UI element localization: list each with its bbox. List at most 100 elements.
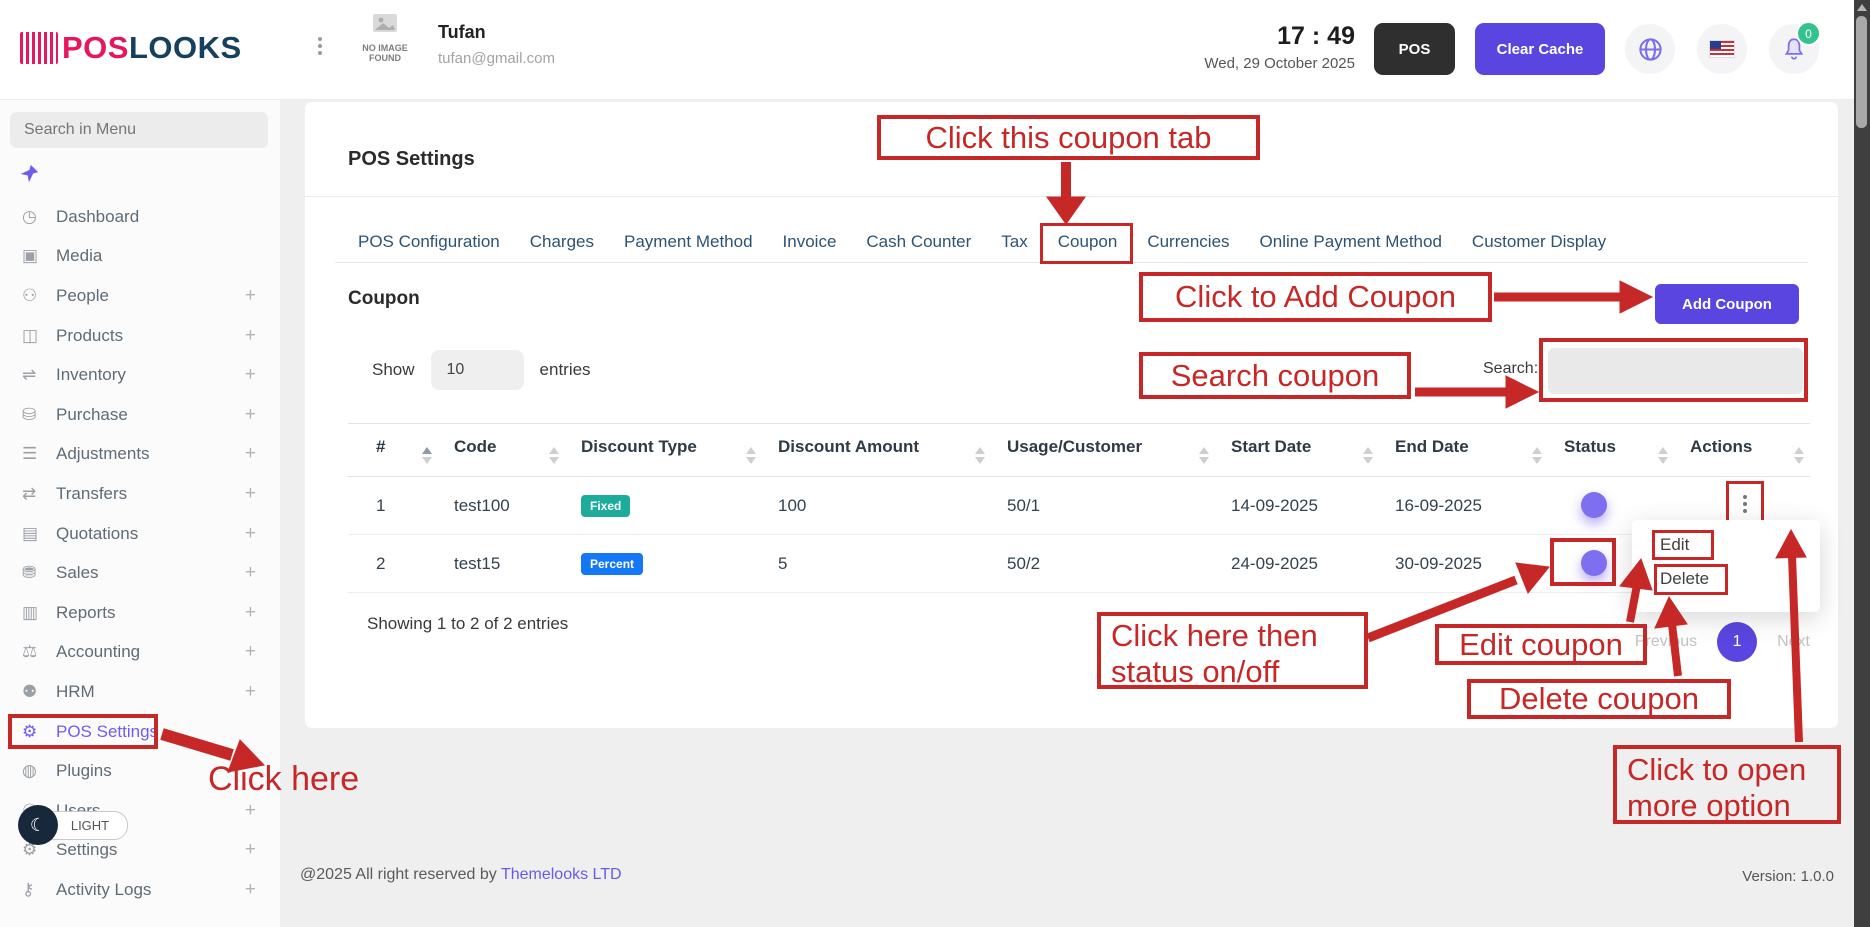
expand-plus-icon[interactable]: +: [245, 443, 256, 465]
col-actions[interactable]: Actions: [1690, 424, 1810, 477]
expand-plus-icon[interactable]: +: [245, 681, 256, 703]
row-actions-kebab-icon[interactable]: [1738, 492, 1752, 514]
expand-plus-icon[interactable]: +: [245, 404, 256, 426]
expand-plus-icon[interactable]: +: [245, 523, 256, 545]
theme-toggle-button[interactable]: ☾: [18, 805, 58, 845]
page-title: POS Settings: [348, 148, 475, 171]
sidebar-item-quotations[interactable]: ▤Quotations+: [0, 514, 280, 554]
expand-plus-icon[interactable]: +: [245, 325, 256, 347]
sort-icon[interactable]: [1532, 447, 1542, 464]
col-discount-amount[interactable]: Discount Amount: [778, 424, 1007, 477]
sidebar-item-transfers[interactable]: ⇄Transfers+: [0, 474, 280, 514]
header-kebab-menu-icon[interactable]: [318, 34, 324, 58]
sidebar-item-sales[interactable]: ⛃Sales+: [0, 553, 280, 593]
sidebar-item-dashboard[interactable]: ◷Dashboard: [0, 197, 280, 237]
sidebar-item-accounting[interactable]: ⚖Accounting+: [0, 633, 280, 673]
sidebar-item-people[interactable]: ⚇People+: [0, 276, 280, 316]
col-end-date[interactable]: End Date: [1395, 424, 1564, 477]
sort-icon[interactable]: [422, 447, 432, 464]
sidebar-item-hrm[interactable]: ⚉HRM+: [0, 672, 280, 712]
col-num[interactable]: #: [348, 424, 454, 477]
sidebar: ◷Dashboard ▣Media ⚇People+ ◫Products+ ⇌I…: [0, 99, 280, 927]
col-start-date[interactable]: Start Date: [1231, 424, 1395, 477]
sidebar-search-input[interactable]: [10, 112, 296, 148]
sidebar-menu: ◷Dashboard ▣Media ⚇People+ ◫Products+ ⇌I…: [0, 197, 280, 910]
pin-icon[interactable]: [18, 163, 40, 190]
app-logo: POSLOOKS: [20, 30, 242, 66]
us-flag-icon: [1709, 40, 1735, 58]
expand-plus-icon[interactable]: +: [245, 483, 256, 505]
tab-invoice[interactable]: Invoice: [783, 232, 837, 252]
col-code[interactable]: Code: [454, 424, 581, 477]
pos-button[interactable]: POS: [1374, 23, 1455, 75]
tab-cash-counter[interactable]: Cash Counter: [866, 232, 971, 252]
notifications-button[interactable]: 0: [1769, 24, 1819, 74]
sidebar-item-pos-settings[interactable]: ⚙ POS Settings: [0, 712, 280, 752]
scrollbar-thumb[interactable]: [1856, 16, 1867, 128]
col-status[interactable]: Status: [1564, 424, 1690, 477]
col-usage-customer[interactable]: Usage/Customer: [1007, 424, 1231, 477]
sort-icon[interactable]: [746, 447, 756, 464]
report-icon: ▥: [22, 603, 56, 623]
version-label: Version: 1.0.0: [1742, 868, 1834, 885]
col-discount-type[interactable]: Discount Type: [581, 424, 778, 477]
sales-cart-icon: ⛃: [22, 563, 56, 583]
footer-copyright: @2025 All right reserved by Themelooks L…: [300, 866, 622, 884]
tab-currencies[interactable]: Currencies: [1147, 232, 1229, 252]
pagination-page-1[interactable]: 1: [1717, 622, 1757, 662]
sidebar-item-purchase[interactable]: ⛁Purchase+: [0, 395, 280, 435]
expand-plus-icon[interactable]: +: [245, 879, 256, 901]
barcode-icon: [20, 32, 58, 64]
expand-plus-icon[interactable]: +: [245, 285, 256, 307]
sidebar-item-products[interactable]: ◫Products+: [0, 316, 280, 356]
expand-plus-icon[interactable]: +: [245, 800, 256, 822]
expand-plus-icon[interactable]: +: [245, 839, 256, 861]
menu-item-edit[interactable]: Edit: [1632, 528, 1820, 562]
sidebar-item-reports[interactable]: ▥Reports+: [0, 593, 280, 633]
sidebar-item-media[interactable]: ▣Media: [0, 237, 280, 277]
expand-plus-icon[interactable]: +: [245, 641, 256, 663]
user-avatar-placeholder[interactable]: NO IMAGE FOUND: [350, 12, 420, 63]
expand-plus-icon[interactable]: +: [245, 602, 256, 624]
people-icon: ⚇: [22, 286, 56, 306]
expand-plus-icon[interactable]: +: [245, 562, 256, 584]
coupon-search-input[interactable]: [1548, 348, 1803, 394]
sort-icon[interactable]: [1794, 447, 1804, 464]
tab-online-payment-method[interactable]: Online Payment Method: [1260, 232, 1442, 252]
annotation-more-option: Click to openmore option: [1613, 745, 1841, 824]
tab-customer-display[interactable]: Customer Display: [1472, 232, 1606, 252]
annotation-click-here: Click here: [208, 760, 359, 799]
sort-icon[interactable]: [975, 447, 985, 464]
pagination-next[interactable]: Next: [1777, 633, 1810, 651]
clear-cache-button[interactable]: Clear Cache: [1475, 23, 1605, 75]
transfer-arrows-icon: ⇄: [22, 484, 56, 504]
tab-coupon[interactable]: Coupon: [1058, 232, 1118, 252]
themelooks-link[interactable]: Themelooks LTD: [501, 866, 622, 883]
entries-label: entries: [540, 360, 591, 380]
sidebar-item-adjustments[interactable]: ☰Adjustments+: [0, 435, 280, 475]
search-label: Search:: [1483, 360, 1538, 378]
gear-icon: ⚙: [22, 722, 56, 742]
sort-icon[interactable]: [1363, 447, 1373, 464]
tab-charges[interactable]: Charges: [530, 232, 594, 252]
logo-looks: LOOKS: [129, 30, 242, 66]
tab-tax[interactable]: Tax: [1001, 232, 1027, 252]
dashboard-icon: ◷: [22, 207, 56, 227]
locale-flag-button[interactable]: [1697, 24, 1747, 74]
language-globe-button[interactable]: [1625, 24, 1675, 74]
scroll-up-icon[interactable]: [1857, 4, 1867, 11]
sidebar-item-inventory[interactable]: ⇌Inventory+: [0, 355, 280, 395]
add-coupon-button[interactable]: Add Coupon: [1655, 284, 1799, 324]
sidebar-item-activity-logs[interactable]: ⚷Activity Logs+: [0, 870, 280, 910]
logo-pos: POS: [62, 30, 129, 66]
menu-item-delete[interactable]: Delete: [1632, 562, 1820, 596]
sort-icon[interactable]: [1658, 447, 1668, 464]
tab-pos-configuration[interactable]: POS Configuration: [358, 232, 500, 252]
tab-payment-method[interactable]: Payment Method: [624, 232, 753, 252]
page-length-select[interactable]: 10: [431, 350, 524, 390]
page-scrollbar[interactable]: [1854, 0, 1870, 927]
expand-plus-icon[interactable]: +: [245, 364, 256, 386]
sort-icon[interactable]: [549, 447, 559, 464]
sort-icon[interactable]: [1199, 447, 1209, 464]
sidebar-search[interactable]: [10, 112, 268, 148]
